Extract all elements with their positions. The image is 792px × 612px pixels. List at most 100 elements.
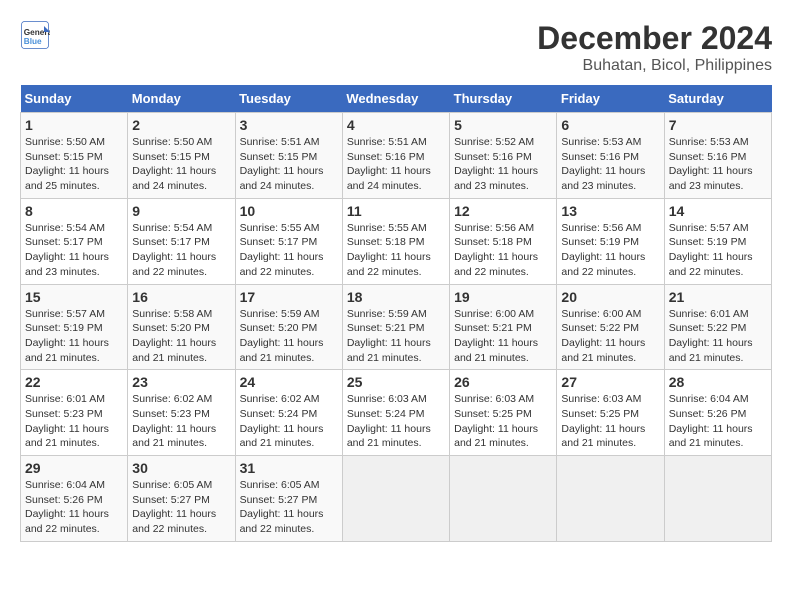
calendar-cell: 11 Sunrise: 5:55 AM Sunset: 5:18 PM Dayli…	[342, 198, 449, 284]
svg-text:Blue: Blue	[24, 37, 42, 46]
day-number: 13	[561, 203, 659, 219]
calendar-cell: 13 Sunrise: 5:56 AM Sunset: 5:19 PM Dayli…	[557, 198, 664, 284]
day-number: 16	[132, 289, 230, 305]
day-number: 28	[669, 374, 767, 390]
day-info: Sunrise: 5:53 AM Sunset: 5:16 PM Dayligh…	[561, 135, 659, 194]
calendar-cell: 19 Sunrise: 6:00 AM Sunset: 5:21 PM Dayli…	[450, 284, 557, 370]
day-info: Sunrise: 6:05 AM Sunset: 5:27 PM Dayligh…	[240, 478, 338, 537]
day-info: Sunrise: 6:03 AM Sunset: 5:25 PM Dayligh…	[454, 392, 552, 451]
title-area: December 2024 Buhatan, Bicol, Philippine…	[537, 20, 772, 75]
day-info: Sunrise: 5:59 AM Sunset: 5:20 PM Dayligh…	[240, 307, 338, 366]
calendar-cell: 31 Sunrise: 6:05 AM Sunset: 5:27 PM Dayli…	[235, 456, 342, 542]
week-row-0: 1 Sunrise: 5:50 AM Sunset: 5:15 PM Daylig…	[21, 113, 772, 199]
week-row-2: 15Sunrise: 5:57 AM Sunset: 5:19 PM Dayli…	[21, 284, 772, 370]
day-number: 19	[454, 289, 552, 305]
week-row-1: 8Sunrise: 5:54 AM Sunset: 5:17 PM Daylig…	[21, 198, 772, 284]
day-number: 4	[347, 117, 445, 133]
calendar-cell: 15Sunrise: 5:57 AM Sunset: 5:19 PM Dayli…	[21, 284, 128, 370]
day-number: 14	[669, 203, 767, 219]
day-number: 9	[132, 203, 230, 219]
day-info: Sunrise: 5:51 AM Sunset: 5:15 PM Dayligh…	[240, 135, 338, 194]
day-info: Sunrise: 5:57 AM Sunset: 5:19 PM Dayligh…	[25, 307, 123, 366]
day-info: Sunrise: 5:53 AM Sunset: 5:16 PM Dayligh…	[669, 135, 767, 194]
day-number: 11	[347, 203, 445, 219]
day-number: 23	[132, 374, 230, 390]
day-number: 6	[561, 117, 659, 133]
calendar-cell: 25 Sunrise: 6:03 AM Sunset: 5:24 PM Dayli…	[342, 370, 449, 456]
calendar-cell: 10Sunrise: 5:55 AM Sunset: 5:17 PM Dayli…	[235, 198, 342, 284]
header-monday: Monday	[128, 85, 235, 113]
day-info: Sunrise: 6:04 AM Sunset: 5:26 PM Dayligh…	[25, 478, 123, 537]
day-info: Sunrise: 6:04 AM Sunset: 5:26 PM Dayligh…	[669, 392, 767, 451]
week-row-4: 29 Sunrise: 6:04 AM Sunset: 5:26 PM Dayli…	[21, 456, 772, 542]
day-number: 29	[25, 460, 123, 476]
calendar-cell: 6 Sunrise: 5:53 AM Sunset: 5:16 PM Daylig…	[557, 113, 664, 199]
day-info: Sunrise: 5:56 AM Sunset: 5:19 PM Dayligh…	[561, 221, 659, 280]
calendar-table: SundayMondayTuesdayWednesdayThursdayFrid…	[20, 85, 772, 542]
header-tuesday: Tuesday	[235, 85, 342, 113]
day-number: 22	[25, 374, 123, 390]
day-info: Sunrise: 5:58 AM Sunset: 5:20 PM Dayligh…	[132, 307, 230, 366]
day-info: Sunrise: 6:00 AM Sunset: 5:22 PM Dayligh…	[561, 307, 659, 366]
day-number: 7	[669, 117, 767, 133]
calendar-cell: 9 Sunrise: 5:54 AM Sunset: 5:17 PM Daylig…	[128, 198, 235, 284]
day-number: 12	[454, 203, 552, 219]
day-info: Sunrise: 5:52 AM Sunset: 5:16 PM Dayligh…	[454, 135, 552, 194]
day-info: Sunrise: 5:54 AM Sunset: 5:17 PM Dayligh…	[132, 221, 230, 280]
day-number: 1	[25, 117, 123, 133]
calendar-cell: 14 Sunrise: 5:57 AM Sunset: 5:19 PM Dayli…	[664, 198, 771, 284]
calendar-cell: 3Sunrise: 5:51 AM Sunset: 5:15 PM Daylig…	[235, 113, 342, 199]
day-number: 31	[240, 460, 338, 476]
day-info: Sunrise: 6:03 AM Sunset: 5:24 PM Dayligh…	[347, 392, 445, 451]
calendar-cell: 28 Sunrise: 6:04 AM Sunset: 5:26 PM Dayli…	[664, 370, 771, 456]
header-friday: Friday	[557, 85, 664, 113]
calendar-cell: 23 Sunrise: 6:02 AM Sunset: 5:23 PM Dayli…	[128, 370, 235, 456]
day-number: 26	[454, 374, 552, 390]
day-number: 30	[132, 460, 230, 476]
day-info: Sunrise: 6:03 AM Sunset: 5:25 PM Dayligh…	[561, 392, 659, 451]
day-number: 5	[454, 117, 552, 133]
calendar-cell: 16 Sunrise: 5:58 AM Sunset: 5:20 PM Dayli…	[128, 284, 235, 370]
header: General Blue December 2024 Buhatan, Bico…	[20, 20, 772, 75]
day-number: 25	[347, 374, 445, 390]
calendar-cell	[450, 456, 557, 542]
calendar-cell	[342, 456, 449, 542]
day-number: 17	[240, 289, 338, 305]
calendar-cell	[557, 456, 664, 542]
day-info: Sunrise: 6:02 AM Sunset: 5:23 PM Dayligh…	[132, 392, 230, 451]
day-info: Sunrise: 6:01 AM Sunset: 5:22 PM Dayligh…	[669, 307, 767, 366]
day-number: 20	[561, 289, 659, 305]
day-number: 24	[240, 374, 338, 390]
calendar-cell: 30 Sunrise: 6:05 AM Sunset: 5:27 PM Dayli…	[128, 456, 235, 542]
day-info: Sunrise: 5:55 AM Sunset: 5:17 PM Dayligh…	[240, 221, 338, 280]
calendar-cell: 29 Sunrise: 6:04 AM Sunset: 5:26 PM Dayli…	[21, 456, 128, 542]
day-info: Sunrise: 5:51 AM Sunset: 5:16 PM Dayligh…	[347, 135, 445, 194]
header-saturday: Saturday	[664, 85, 771, 113]
page-title: December 2024	[537, 20, 772, 57]
calendar-cell: 22Sunrise: 6:01 AM Sunset: 5:23 PM Dayli…	[21, 370, 128, 456]
calendar-header-row: SundayMondayTuesdayWednesdayThursdayFrid…	[21, 85, 772, 113]
day-number: 18	[347, 289, 445, 305]
header-sunday: Sunday	[21, 85, 128, 113]
calendar-cell: 4 Sunrise: 5:51 AM Sunset: 5:16 PM Daylig…	[342, 113, 449, 199]
page-subtitle: Buhatan, Bicol, Philippines	[537, 57, 772, 75]
day-info: Sunrise: 5:55 AM Sunset: 5:18 PM Dayligh…	[347, 221, 445, 280]
calendar-cell	[664, 456, 771, 542]
logo-icon: General Blue	[20, 20, 50, 50]
calendar-cell: 7 Sunrise: 5:53 AM Sunset: 5:16 PM Daylig…	[664, 113, 771, 199]
calendar-cell: 24Sunrise: 6:02 AM Sunset: 5:24 PM Dayli…	[235, 370, 342, 456]
calendar-cell: 21Sunrise: 6:01 AM Sunset: 5:22 PM Dayli…	[664, 284, 771, 370]
calendar-cell: 2Sunrise: 5:50 AM Sunset: 5:15 PM Daylig…	[128, 113, 235, 199]
day-info: Sunrise: 5:50 AM Sunset: 5:15 PM Dayligh…	[132, 135, 230, 194]
calendar-cell: 27Sunrise: 6:03 AM Sunset: 5:25 PM Dayli…	[557, 370, 664, 456]
calendar-cell: 5 Sunrise: 5:52 AM Sunset: 5:16 PM Daylig…	[450, 113, 557, 199]
calendar-cell: 26 Sunrise: 6:03 AM Sunset: 5:25 PM Dayli…	[450, 370, 557, 456]
day-info: Sunrise: 5:57 AM Sunset: 5:19 PM Dayligh…	[669, 221, 767, 280]
calendar-cell: 12Sunrise: 5:56 AM Sunset: 5:18 PM Dayli…	[450, 198, 557, 284]
day-info: Sunrise: 6:00 AM Sunset: 5:21 PM Dayligh…	[454, 307, 552, 366]
day-info: Sunrise: 6:05 AM Sunset: 5:27 PM Dayligh…	[132, 478, 230, 537]
calendar-cell: 18Sunrise: 5:59 AM Sunset: 5:21 PM Dayli…	[342, 284, 449, 370]
header-wednesday: Wednesday	[342, 85, 449, 113]
calendar-cell: 17 Sunrise: 5:59 AM Sunset: 5:20 PM Dayli…	[235, 284, 342, 370]
calendar-cell: 20 Sunrise: 6:00 AM Sunset: 5:22 PM Dayli…	[557, 284, 664, 370]
